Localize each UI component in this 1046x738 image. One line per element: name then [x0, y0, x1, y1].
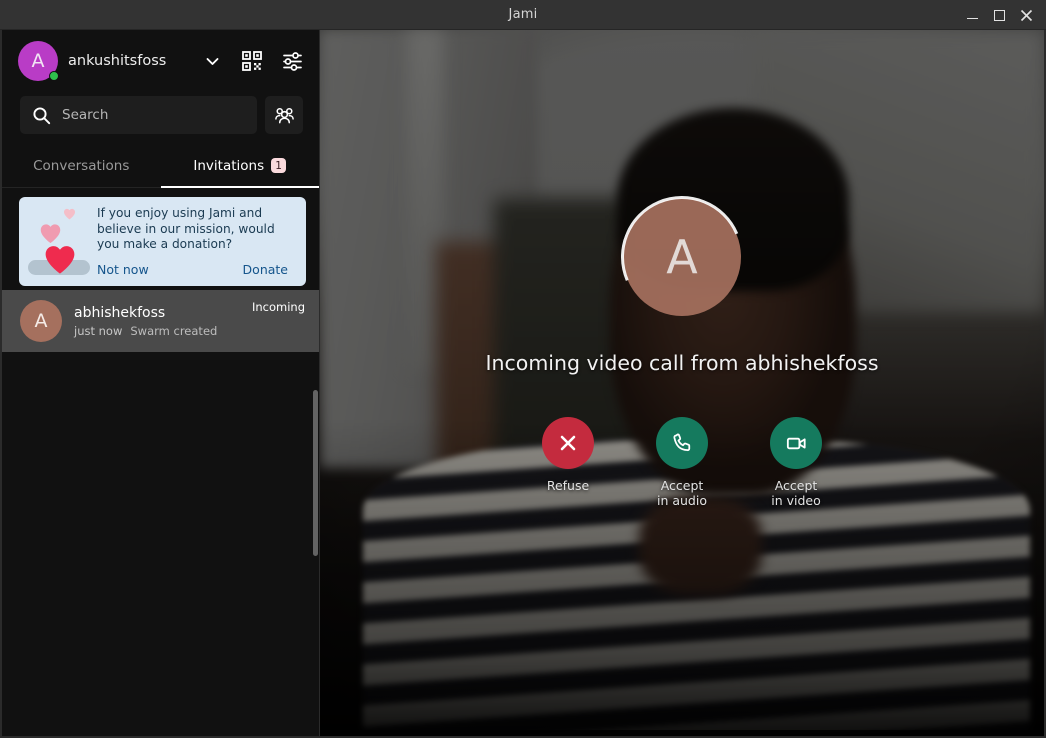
donation-donate-link[interactable]: Donate	[243, 262, 288, 277]
donation-not-now-link[interactable]: Not now	[97, 262, 149, 277]
invitation-status: Incoming	[252, 300, 305, 314]
title-bar: Jami	[0, 0, 1046, 30]
heart-large-icon	[43, 244, 77, 275]
accept-video-button[interactable]	[770, 417, 822, 469]
window-controls	[960, 0, 1038, 30]
search-input[interactable]	[62, 107, 245, 123]
search-box[interactable]	[20, 96, 257, 134]
accept-audio-label-line1: Accept	[657, 478, 707, 493]
accept-audio-label-line2: in audio	[657, 493, 707, 508]
incoming-call-overlay: A Incoming video call from abhishekfoss …	[320, 30, 1044, 736]
tab-conversations[interactable]: Conversations	[2, 144, 161, 187]
invitation-time: just now	[74, 324, 122, 338]
accept-video-action[interactable]: Accept in video	[752, 417, 840, 508]
call-pane: A Incoming video call from abhishekfoss …	[320, 30, 1044, 736]
accept-video-label-line2: in video	[771, 493, 821, 508]
minimize-button[interactable]	[960, 3, 984, 27]
donation-card: If you enjoy using Jami and believe in o…	[19, 197, 306, 286]
tab-bar: Conversations Invitations 1	[2, 144, 319, 188]
ringing-spinner-ring	[603, 178, 762, 337]
maximize-button[interactable]	[987, 3, 1011, 27]
qr-code-icon	[242, 51, 262, 71]
new-swarm-button[interactable]	[265, 96, 303, 134]
close-x-icon	[557, 432, 579, 454]
contact-avatar-initial: A	[35, 310, 48, 332]
sidebar-scrollbar[interactable]	[313, 188, 318, 736]
window-body: A ankushitsfoss	[0, 30, 1046, 738]
call-action-bar: Refuse Accept in audio	[524, 417, 840, 508]
tab-invitations-label: Invitations	[193, 158, 264, 174]
people-group-icon	[274, 105, 295, 126]
invitations-badge: 1	[271, 158, 286, 173]
invitation-list-item[interactable]: A abhishekfoss just now Swarm created In…	[2, 290, 319, 352]
close-button[interactable]	[1014, 3, 1038, 27]
refuse-button[interactable]	[542, 417, 594, 469]
jami-window: Jami A ankushitsfoss	[0, 0, 1046, 738]
invitation-preview: Swarm created	[130, 324, 217, 338]
invitation-subline: just now Swarm created	[74, 324, 240, 338]
tab-invitations[interactable]: Invitations 1	[161, 144, 320, 187]
caller-avatar-wrap: A	[623, 198, 741, 316]
sidebar-scrollbar-thumb[interactable]	[313, 390, 318, 556]
window-title: Jami	[509, 7, 538, 22]
incoming-call-title: Incoming video call from abhishekfoss	[485, 350, 878, 377]
accept-video-label: Accept in video	[771, 478, 821, 508]
call-bottom-bar	[320, 730, 1044, 736]
account-row[interactable]: A ankushitsfoss	[2, 30, 319, 92]
account-name: ankushitsfoss	[68, 53, 187, 69]
video-cam-icon	[784, 431, 809, 456]
search-row	[2, 92, 319, 138]
search-icon	[32, 106, 51, 125]
chevron-down-icon	[204, 53, 221, 70]
heart-small-icon	[63, 208, 76, 220]
avatar[interactable]: A	[18, 41, 58, 81]
tab-conversations-label: Conversations	[33, 158, 129, 174]
accept-video-label-line1: Accept	[771, 478, 821, 493]
maximize-icon	[994, 10, 1005, 21]
sidebar: A ankushitsfoss	[2, 30, 320, 736]
accept-audio-button[interactable]	[656, 417, 708, 469]
settings-button[interactable]	[277, 46, 307, 76]
minimize-icon	[967, 18, 978, 20]
qr-code-button[interactable]	[237, 46, 267, 76]
phone-icon	[670, 431, 695, 456]
accept-audio-label: Accept in audio	[657, 478, 707, 508]
refuse-label: Refuse	[547, 478, 589, 493]
donation-message: If you enjoy using Jami and believe in o…	[97, 206, 296, 253]
hearts-illustration	[25, 206, 91, 278]
online-status-dot	[49, 71, 59, 81]
contact-avatar: A	[20, 300, 62, 342]
invitation-details: abhishekfoss just now Swarm created	[74, 305, 240, 338]
donation-text-block: If you enjoy using Jami and believe in o…	[97, 206, 296, 278]
refuse-action[interactable]: Refuse	[524, 417, 612, 493]
avatar-initial: A	[32, 50, 45, 72]
heart-medium-icon	[39, 223, 62, 244]
donation-actions: Not now Donate	[97, 262, 296, 277]
close-icon	[1020, 9, 1033, 22]
invitation-contact-name: abhishekfoss	[74, 305, 240, 321]
account-selector-button[interactable]	[197, 46, 227, 76]
settings-sliders-icon	[282, 51, 303, 72]
accept-audio-action[interactable]: Accept in audio	[638, 417, 726, 508]
sidebar-list: If you enjoy using Jami and believe in o…	[2, 188, 319, 736]
